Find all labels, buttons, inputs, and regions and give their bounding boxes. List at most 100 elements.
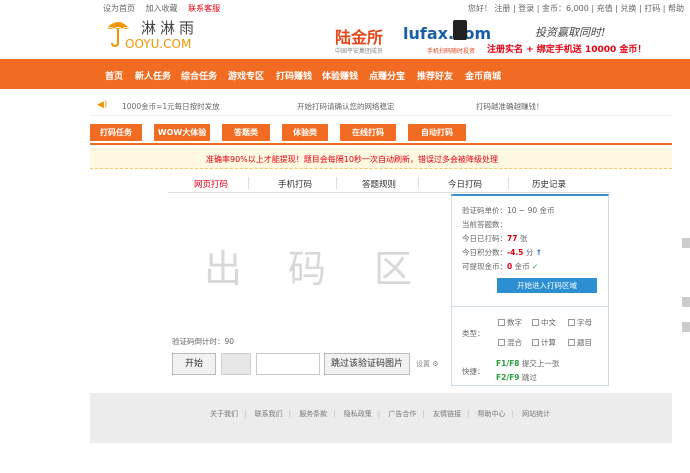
stat-score-label: 今日积分数： [462,248,507,257]
warning-text: 准确率90%以上才能提现！题目会每隔10秒一次自动刷新，错误过多会被降级处理 [206,155,498,164]
stat-today-unit: 张 [519,234,528,243]
footer-links: 关于我们 | 联系我们 | 服务条款 | 隐私政策 | 广告合作 | 友情链接 | 帮助中心… [210,410,551,418]
checkbox[interactable] [498,319,505,326]
footer: 关于我们 | 联系我们 | 服务条款 | 隐私政策 | 广告合作 | 友情链接 | 帮助中心… [90,393,672,443]
checkbox[interactable] [532,319,539,326]
nav-item-captcha[interactable]: 打码赚钱 [276,69,312,82]
countdown-value: 90 [224,337,235,346]
tab-divider [508,177,509,189]
user-links[interactable]: 您好！ 注册 | 登录 | 金币：6,000 | 充值 | 兑换 | 打码 | … [468,3,684,14]
warning-banner: 准确率90%以上才能提现！题目会每隔10秒一次自动刷新，错误过多会被降级处理 [90,148,672,169]
subtab-trial[interactable]: 体验类 [282,124,328,141]
top-link-home[interactable]: 设为首页 [103,4,135,13]
captcha-answer-input[interactable] [256,353,320,375]
footer-link-ads[interactable]: 广告合作 [388,410,416,418]
captcha-tabs: 网页打码 手机打码 答题规则 今日打码 历史记录 [168,175,610,193]
phone-icon [453,20,467,40]
logo-en-text: OOYU.COM [125,37,192,51]
promo-slogan: 投资赢取同时! [535,26,606,39]
top-link-favorite[interactable]: 加入收藏 [146,4,178,13]
stat-today: 今日已打码：77 张 [462,233,527,244]
lufax-ad[interactable]: 陆金所 lufax.com 中国平安集团成员 手机扫码随时投资 [333,18,491,55]
stat-price-value: 10 ~ 90 金币 [507,206,555,215]
countdown-status: 验证码倒计时：90 [172,336,234,347]
top-bar: 设为首页 加入收藏 联系客服 您好！ 注册 | 登录 | 金币：6,000 | … [0,0,690,16]
type-option-letters[interactable]: 字母 [568,317,592,328]
panel-divider [452,306,608,307]
stat-score-value: -4.5 [507,248,524,257]
hotkey-label: 快捷： [462,367,485,376]
side-tool-icon[interactable] [682,297,690,307]
stat-withdraw: 可提现金币：0 金币 ✓ [462,261,538,272]
sub-tabs: 打码任务 WOW大体验 答题类 体验类 在线打码 自动打码 [90,124,672,144]
top-links: 设为首页 加入收藏 联系客服 [103,3,228,14]
nav-item-newbie[interactable]: 新人任务 [135,69,171,82]
nav-item-home[interactable]: 首页 [105,69,123,82]
subtab-quiz[interactable]: 答题类 [222,124,270,141]
tab-divider [248,177,249,189]
footer-link-friends[interactable]: 友情链接 [433,410,461,418]
stats-panel: 验证码单价：10 ~ 90 金币 当前答题数： 今日已打码：77 张 今日积分数… [451,194,609,386]
lufax-sub1: 中国平安集团成员 [335,48,384,55]
enter-captcha-button[interactable]: 开始进入打码区域 [497,278,597,293]
checkbox[interactable] [532,339,539,346]
trend-icon: ↑ [535,248,542,257]
tab-mobile-captcha[interactable]: 手机打码 [278,178,312,190]
footer-link-privacy[interactable]: 隐私政策 [344,410,372,418]
nav-item-refer[interactable]: 推荐好友 [417,69,453,82]
nav-item-shop[interactable]: 金币商城 [465,69,501,82]
notice-1[interactable]: 1000金币=1元每日按时发放 [122,101,220,112]
subtab-online[interactable]: 在线打码 [340,124,396,141]
stat-price: 验证码单价：10 ~ 90 金币 [462,205,555,216]
tab-history[interactable]: 历史记录 [532,178,566,190]
top-link-service[interactable]: 联系客服 [188,4,220,13]
tab-today[interactable]: 今日打码 [448,178,482,190]
stat-count: 当前答题数： [462,219,507,230]
notice-2[interactable]: 开始打码请确认您的网络稳定 [297,101,395,112]
nav-item-games[interactable]: 游戏专区 [228,69,264,82]
site-logo[interactable]: 淋淋雨 OOYU.COM [103,16,223,56]
checkbox[interactable] [498,339,505,346]
footer-link-stats[interactable]: 网站统计 [522,410,550,418]
placeholder-char-2: 码 [288,247,327,291]
start-button[interactable]: 开始 [172,353,216,375]
speaker-icon: ◀) [97,100,108,110]
checkbox[interactable] [568,319,575,326]
footer-link-help[interactable]: 帮助中心 [478,410,506,418]
nav-item-tasks[interactable]: 综合任务 [181,69,217,82]
footer-link-about[interactable]: 关于我们 [210,410,238,418]
subtab-tasks[interactable]: 打码任务 [90,124,142,141]
promo-ad[interactable]: 投资赢取同时! 注册实名 + 绑定手机送 10000 金币！ [487,20,687,56]
footer-link-contact[interactable]: 联系我们 [255,410,283,418]
type-option-mixed[interactable]: 混合 [498,337,522,348]
countdown-label: 验证码倒计时： [172,337,225,346]
type-option-calc[interactable]: 计算 [532,337,556,348]
captcha-display-area: 出 码 区 [168,200,450,320]
notice-3[interactable]: 打码越准确越赚钱！ [476,101,544,112]
lufax-brand-cn: 陆金所 [335,28,384,47]
type-option-digits[interactable]: 数字 [498,317,522,328]
side-tool-icon[interactable] [682,238,690,248]
check-icon: ✓ [532,262,539,271]
subtab-wow[interactable]: WOW大体验 [154,124,210,141]
skip-captcha-button[interactable]: 跳过该验证码图片 [324,353,410,375]
nav-item-points[interactable]: 点赚分宝 [369,69,405,82]
stat-withdraw-unit: 金币 [514,262,530,271]
footer-link-terms[interactable]: 服务条款 [299,410,327,418]
stat-price-label: 验证码单价： [462,206,507,215]
stat-today-label: 今日已打码： [462,234,507,243]
main-nav: 首页 新人任务 综合任务 游戏专区 打码赚钱 体验赚钱 点赚分宝 推荐好友 金币… [0,59,690,89]
tab-rules[interactable]: 答题规则 [362,178,396,190]
promo-cta: 注册实名 + 绑定手机送 10000 金币！ [487,45,647,55]
settings-link[interactable]: 设置 ⚙ [416,359,439,369]
stat-withdraw-label: 可提现金币： [462,262,507,271]
nav-item-trial[interactable]: 体验赚钱 [322,69,358,82]
lufax-sub2: 手机扫码随时投资 [427,48,476,55]
tab-web-captcha[interactable]: 网页打码 [194,178,228,190]
subtab-auto[interactable]: 自动打码 [408,124,466,141]
subtab-divider [90,143,672,145]
type-option-question[interactable]: 题目 [568,337,592,348]
side-tool-icon[interactable] [682,322,690,332]
checkbox[interactable] [568,339,575,346]
type-option-chinese[interactable]: 中文 [532,317,556,328]
